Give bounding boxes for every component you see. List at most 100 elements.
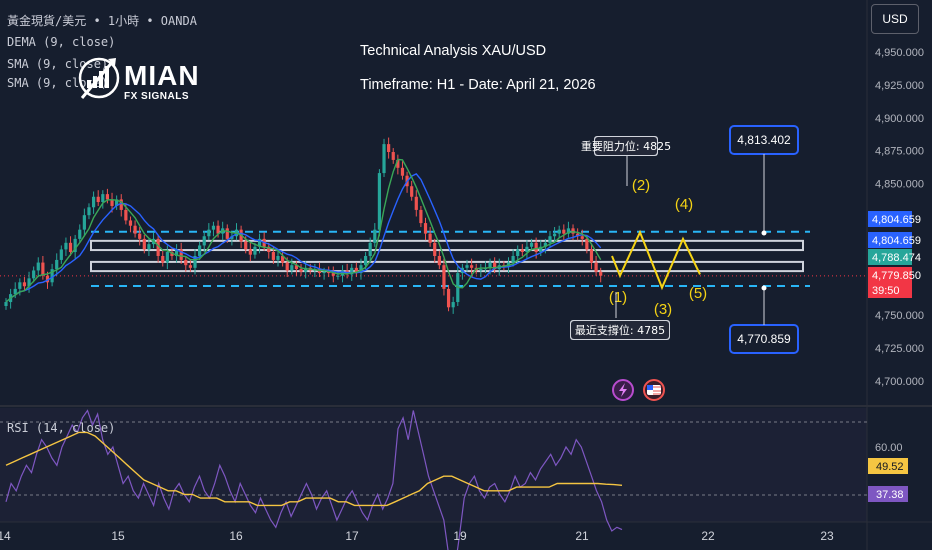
candle-body bbox=[529, 242, 534, 247]
candle-body bbox=[101, 194, 105, 203]
candle-body bbox=[525, 246, 529, 253]
candle-body bbox=[96, 196, 100, 203]
candle-body bbox=[571, 228, 575, 234]
wave-label: (5) bbox=[689, 285, 707, 302]
candle-body bbox=[36, 262, 40, 271]
candle-body bbox=[105, 194, 110, 200]
candle-body bbox=[552, 233, 557, 237]
mian-logo-icon bbox=[78, 57, 120, 99]
candle-body bbox=[400, 167, 405, 176]
candle-body bbox=[410, 186, 414, 197]
candle-body bbox=[594, 262, 598, 272]
candle-body bbox=[520, 249, 524, 253]
price-level-dot bbox=[761, 230, 767, 236]
candle-body bbox=[599, 271, 603, 276]
candle-body bbox=[22, 282, 27, 287]
price-tick-label: 4,900.000 bbox=[875, 113, 924, 125]
price-level-text: 4,813.402 bbox=[737, 133, 791, 147]
wave-label: (2) bbox=[632, 177, 650, 194]
indicator-legend-dema[interactable]: DEMA (9, close) bbox=[7, 35, 115, 49]
price-badge-text: 4,788.474 bbox=[872, 252, 921, 264]
candle-body bbox=[55, 259, 59, 270]
time-tick-label: 17 bbox=[345, 529, 359, 543]
price-badge-text: 4,779.850 bbox=[872, 270, 921, 282]
candle-body bbox=[147, 244, 151, 250]
candle-body bbox=[423, 223, 428, 234]
price-level-dot bbox=[761, 285, 767, 291]
candle-body bbox=[184, 259, 188, 266]
price-tick-label: 4,950.000 bbox=[875, 47, 924, 59]
candle-body bbox=[479, 269, 483, 271]
candle-body bbox=[68, 242, 73, 253]
time-tick-label: 14 bbox=[0, 529, 11, 543]
candle-body bbox=[124, 209, 128, 221]
candle-body bbox=[557, 229, 561, 234]
candle-body bbox=[78, 229, 82, 239]
rsi-badge-text: 49.52 bbox=[876, 461, 904, 473]
logo-title: MIAN bbox=[124, 60, 200, 91]
candle-body bbox=[207, 229, 211, 237]
candle-body bbox=[419, 209, 423, 224]
price-tick-label: 4,750.000 bbox=[875, 310, 924, 322]
candle-body bbox=[589, 249, 594, 263]
time-tick-label: 19 bbox=[453, 529, 467, 543]
note-callout-text: 重要阻力位: 4825 bbox=[581, 139, 671, 153]
candle-body bbox=[580, 236, 584, 239]
candle-body bbox=[133, 225, 137, 234]
price-tick-label: 4,725.000 bbox=[875, 343, 924, 355]
currency-button[interactable]: USD bbox=[871, 4, 919, 34]
price-tick-label: 4,925.000 bbox=[875, 80, 924, 92]
rsi-legend[interactable]: RSI (14, close) bbox=[7, 421, 115, 435]
candle-body bbox=[211, 225, 216, 230]
candle-body bbox=[585, 238, 589, 250]
price-tick-label: 4,850.000 bbox=[875, 179, 924, 191]
wave-label: (3) bbox=[654, 301, 672, 318]
price-level-text: 4,770.859 bbox=[737, 332, 791, 346]
logo-subtitle: FX SIGNALS bbox=[124, 91, 190, 102]
candle-body bbox=[32, 270, 36, 279]
chart-area[interactable]: 4,950.000 4,925.000 4,900.000 4,875.000 4,85… bbox=[0, 0, 932, 550]
wave-label: (1) bbox=[609, 289, 627, 306]
candle-body bbox=[548, 236, 552, 243]
candle-body bbox=[285, 262, 289, 271]
price-badge-text: 4,804.659 bbox=[872, 214, 921, 226]
candle-body bbox=[138, 233, 142, 239]
candle-body bbox=[562, 229, 566, 234]
time-tick-label: 23 bbox=[820, 529, 834, 543]
candle-body bbox=[437, 255, 441, 266]
candle-body bbox=[363, 255, 368, 266]
time-tick-label: 21 bbox=[575, 529, 589, 543]
candle-body bbox=[244, 241, 248, 250]
price-tick-label: 4,875.000 bbox=[875, 146, 924, 158]
candle-body bbox=[82, 215, 86, 230]
rsi-pane-bg bbox=[0, 408, 867, 522]
candle-body bbox=[391, 152, 395, 160]
time-tick-label: 15 bbox=[111, 529, 125, 543]
rsi-badge-text: 37.38 bbox=[876, 489, 904, 501]
candle-body bbox=[428, 233, 432, 243]
time-tick-label: 22 bbox=[701, 529, 715, 543]
candle-body bbox=[161, 255, 165, 263]
candle-body bbox=[368, 242, 372, 256]
candle-body bbox=[18, 282, 22, 289]
candle-body bbox=[202, 236, 206, 246]
candle-body bbox=[511, 255, 515, 263]
symbol-legend[interactable]: 黃金現貨/美元 • 1小時 • OANDA bbox=[7, 12, 197, 29]
candle-body bbox=[336, 275, 340, 277]
candle-body bbox=[128, 220, 133, 226]
wave-label: (4) bbox=[675, 196, 693, 213]
candle-body bbox=[198, 245, 202, 256]
price-badge-text: 4,804.659 bbox=[872, 235, 921, 247]
candle-body bbox=[299, 269, 303, 272]
candle-body bbox=[470, 265, 474, 268]
candle-body bbox=[59, 249, 63, 260]
candle-body bbox=[253, 246, 257, 255]
candle-body bbox=[322, 271, 326, 274]
chart-title: Technical Analysis XAU/USD bbox=[360, 43, 547, 59]
candle-body bbox=[534, 242, 538, 253]
candle-body bbox=[465, 265, 469, 268]
candle-body bbox=[271, 252, 275, 260]
candle-body bbox=[377, 173, 382, 230]
time-tick-label: 16 bbox=[229, 529, 243, 543]
candle-body bbox=[373, 229, 377, 243]
